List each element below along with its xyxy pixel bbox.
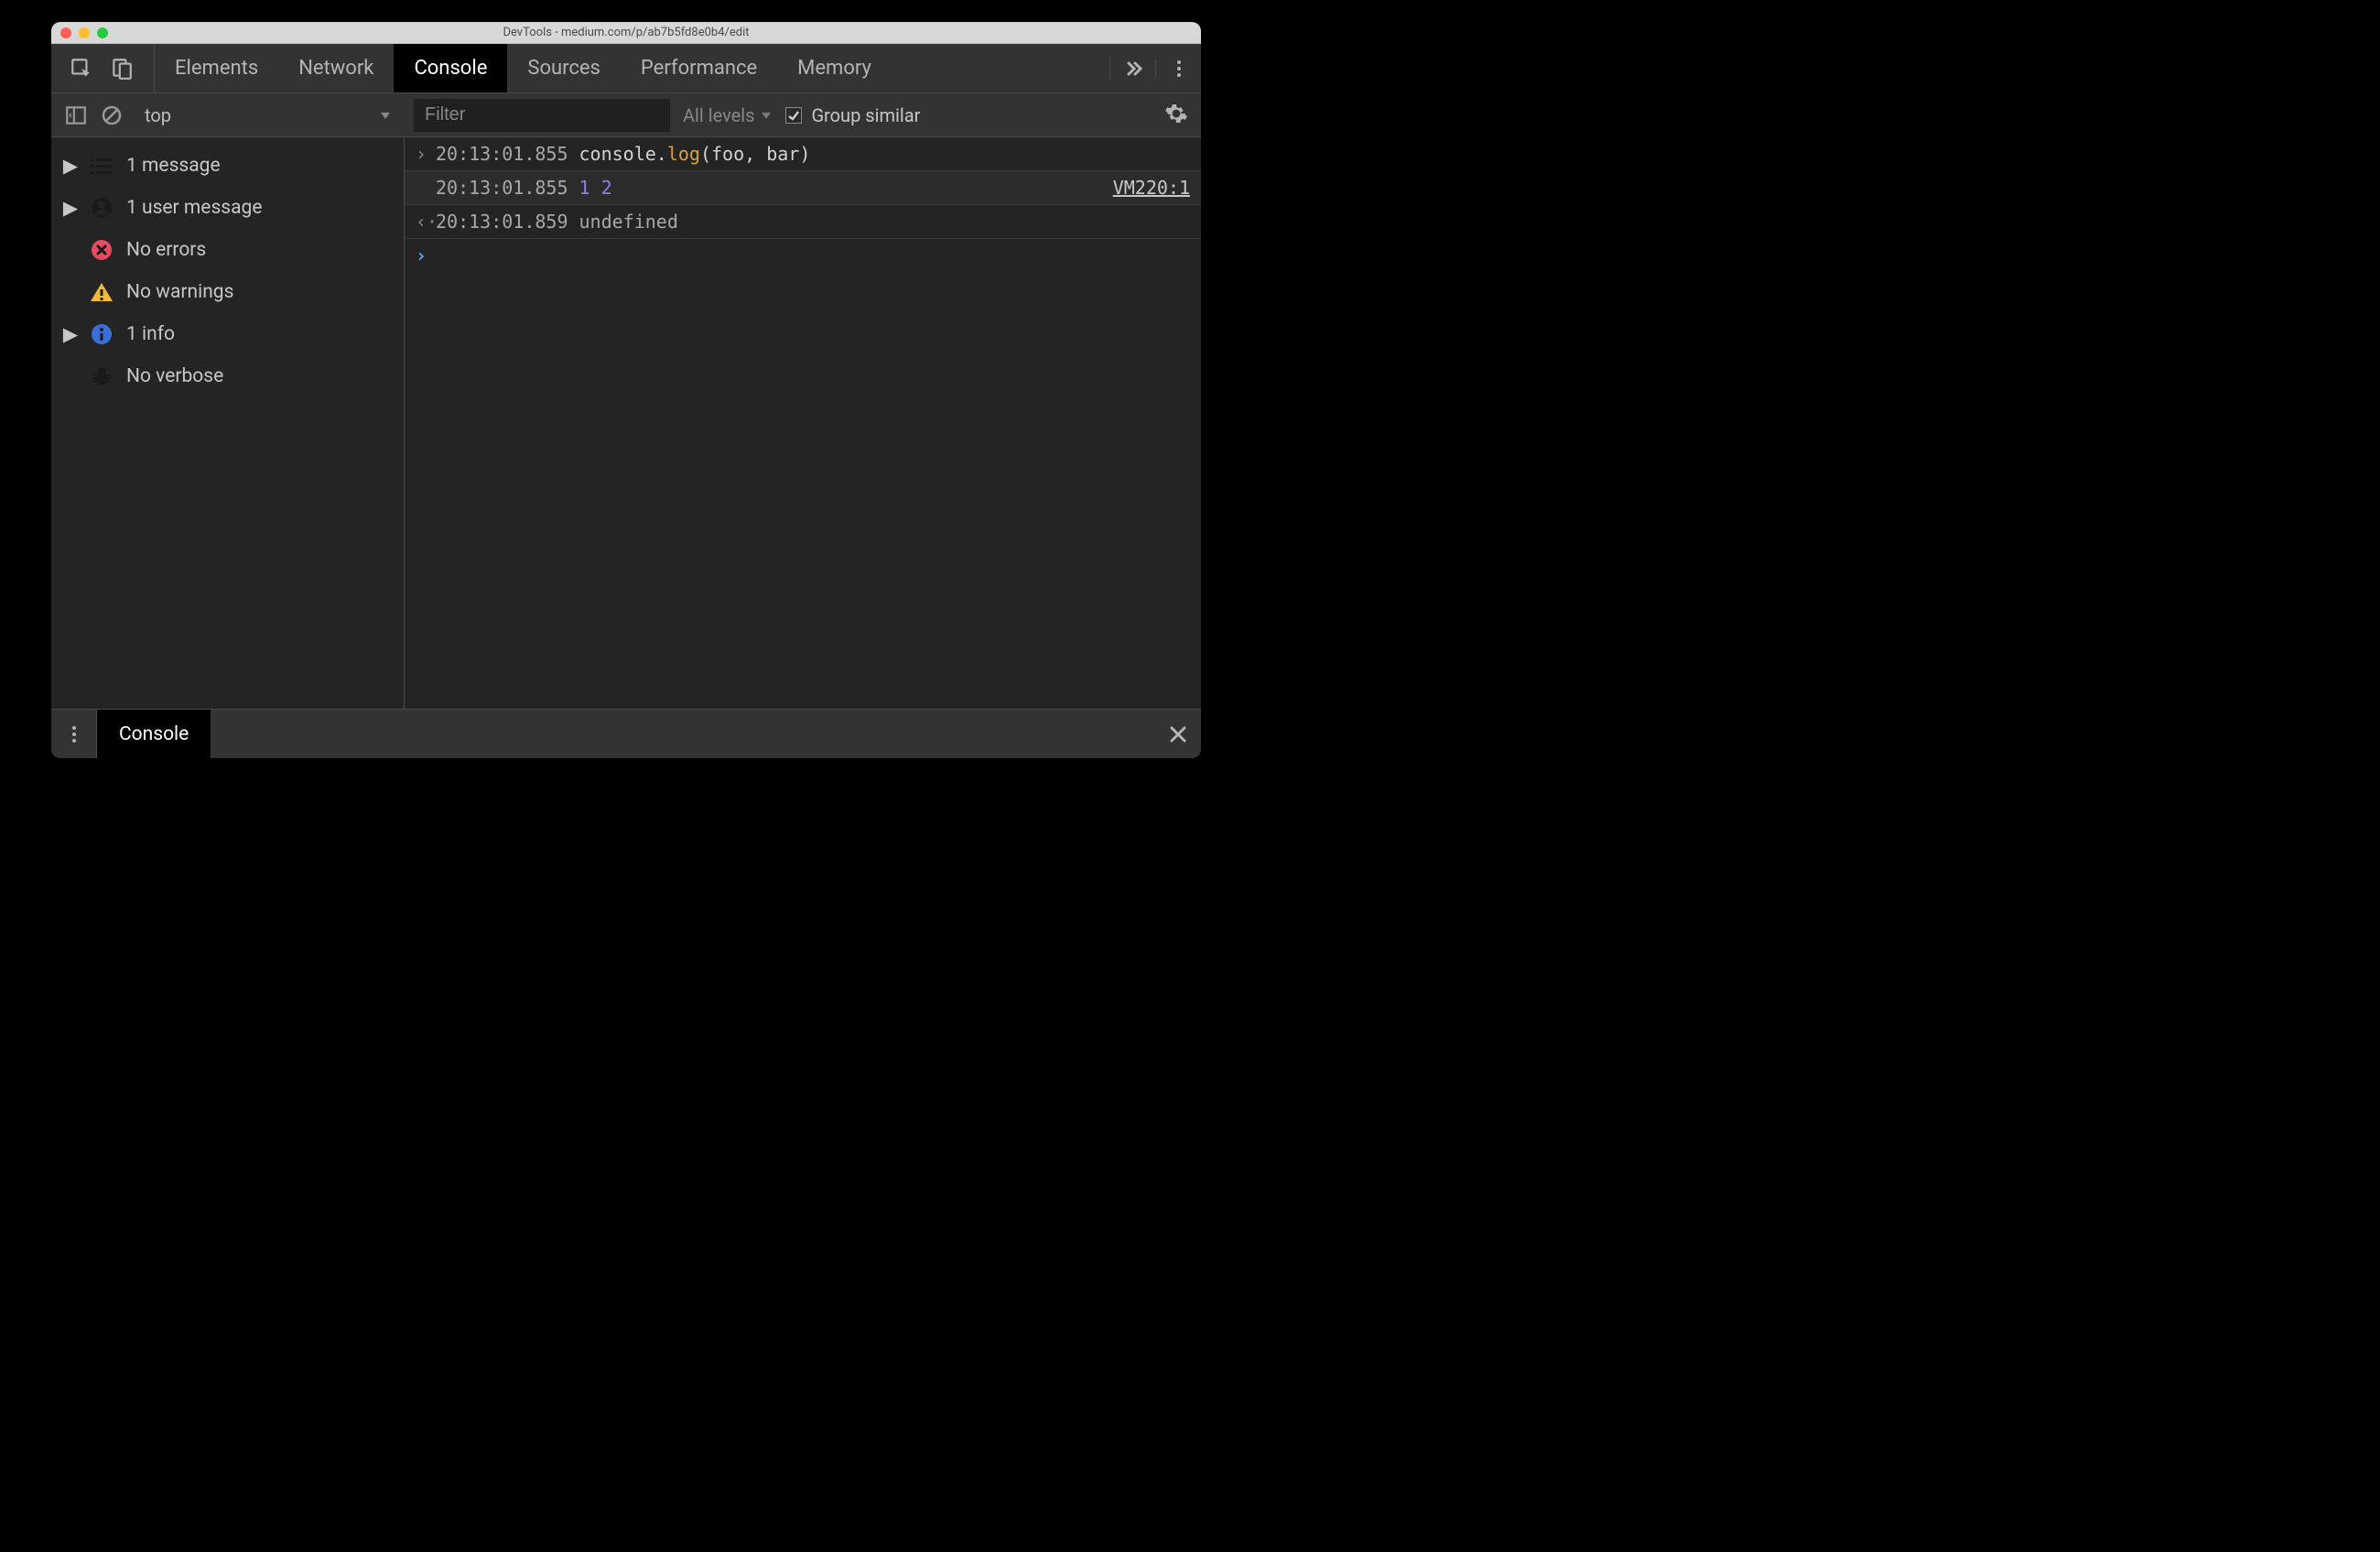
sidebar-item-label: No warnings (126, 281, 233, 303)
maximize-window-button[interactable] (97, 27, 108, 38)
log-content: 1 2 (579, 177, 612, 199)
sidebar-item-label: 1 message (126, 155, 221, 177)
log-content: console.log(foo, bar) (579, 143, 811, 165)
bug-icon (90, 364, 114, 388)
sidebar-item-verbose[interactable]: No verbose (51, 355, 404, 397)
checkbox-checked-icon (785, 107, 802, 124)
filter-input[interactable] (414, 99, 670, 132)
more-tabs-button[interactable] (1109, 58, 1155, 80)
drawer-close-button[interactable] (1155, 710, 1201, 758)
info-icon (90, 322, 114, 346)
inspect-toggles (51, 44, 155, 92)
settings-menu-button[interactable] (1155, 60, 1201, 78)
chevron-down-icon (379, 104, 392, 126)
tab-label: Memory (797, 57, 871, 80)
console-output[interactable]: › 20:13:01.855 console.log(foo, bar) 20:… (405, 137, 1201, 709)
tab-label: Performance (641, 57, 757, 80)
log-levels-select[interactable]: All levels (683, 104, 773, 126)
console-settings-icon[interactable] (1164, 102, 1188, 129)
window-title: DevTools - medium.com/p/ab7b5fd8e0b4/edi… (51, 26, 1201, 39)
sidebar-item-label: No errors (126, 239, 206, 261)
warning-icon (90, 280, 114, 304)
context-label: top (145, 104, 171, 126)
device-toolbar-icon[interactable] (110, 57, 134, 81)
group-similar-toggle[interactable]: Group similar (785, 104, 920, 126)
sidebar-item-label: 1 info (126, 323, 175, 345)
tab-label: Console (414, 57, 487, 80)
toggle-sidebar-icon[interactable] (64, 103, 88, 127)
sidebar-item-user-messages[interactable]: ▶ 1 user message (51, 187, 404, 229)
disclosure-triangle-icon: ▶ (64, 197, 77, 220)
devtools-window: DevTools - medium.com/p/ab7b5fd8e0b4/edi… (51, 22, 1201, 758)
traffic-lights (60, 27, 108, 38)
tab-performance[interactable]: Performance (621, 44, 777, 92)
input-marker-icon: › (416, 143, 436, 165)
panel-tabs: Elements Network Console Sources Perform… (51, 44, 1201, 93)
window-title-bar: DevTools - medium.com/p/ab7b5fd8e0b4/edi… (51, 22, 1201, 44)
log-timestamp: 20:13:01.855 (436, 143, 568, 165)
disclosure-triangle-icon: ▶ (64, 323, 77, 346)
close-window-button[interactable] (60, 27, 71, 38)
clear-console-icon[interactable] (101, 104, 123, 126)
tab-sources[interactable]: Sources (507, 44, 621, 92)
console-body: ▶ 1 message ▶ 1 user message No errors (51, 137, 1201, 709)
log-content: undefined (579, 211, 678, 233)
levels-label: All levels (683, 104, 754, 126)
tab-label: Elements (175, 57, 258, 80)
output-marker-icon: ‹· (416, 211, 436, 233)
console-input-row[interactable]: › 20:13:01.855 console.log(foo, bar) (405, 137, 1201, 171)
error-icon (90, 238, 114, 262)
sidebar-item-errors[interactable]: No errors (51, 229, 404, 271)
drawer-tab-label: Console (119, 723, 189, 745)
console-result-row[interactable]: ‹· 20:13:01.859 undefined (405, 205, 1201, 239)
user-icon (90, 196, 114, 220)
execution-context-select[interactable]: top (135, 101, 401, 130)
tab-label: Sources (527, 57, 600, 80)
sidebar-item-label: No verbose (126, 365, 223, 387)
drawer-menu-button[interactable] (51, 710, 97, 758)
drawer-tab-console[interactable]: Console (97, 710, 211, 758)
sidebar-item-label: 1 user message (126, 197, 262, 219)
tab-memory[interactable]: Memory (777, 44, 892, 92)
log-timestamp: 20:13:01.859 (436, 211, 568, 233)
sidebar-item-messages[interactable]: ▶ 1 message (51, 145, 404, 187)
list-icon (90, 154, 114, 178)
tab-label: Network (298, 57, 373, 80)
group-similar-label: Group similar (811, 104, 920, 126)
tab-network[interactable]: Network (278, 44, 394, 92)
sidebar-item-info[interactable]: ▶ 1 info (51, 313, 404, 355)
console-sidebar: ▶ 1 message ▶ 1 user message No errors (51, 137, 405, 709)
source-link[interactable]: VM220:1 (1113, 177, 1190, 199)
console-prompt[interactable]: › (405, 239, 1201, 272)
inspect-element-icon[interactable] (70, 57, 93, 81)
tab-console[interactable]: Console (394, 44, 507, 92)
tab-elements[interactable]: Elements (155, 44, 278, 92)
log-timestamp: 20:13:01.855 (436, 177, 568, 199)
chevron-down-icon (760, 104, 773, 126)
drawer: Console (51, 709, 1201, 758)
console-toolbar: top All levels Group similar (51, 93, 1201, 137)
minimize-window-button[interactable] (79, 27, 90, 38)
sidebar-item-warnings[interactable]: No warnings (51, 271, 404, 313)
prompt-marker-icon: › (416, 244, 436, 266)
console-log-row[interactable]: 20:13:01.855 1 2 VM220:1 (405, 171, 1201, 205)
disclosure-triangle-icon: ▶ (64, 155, 77, 178)
